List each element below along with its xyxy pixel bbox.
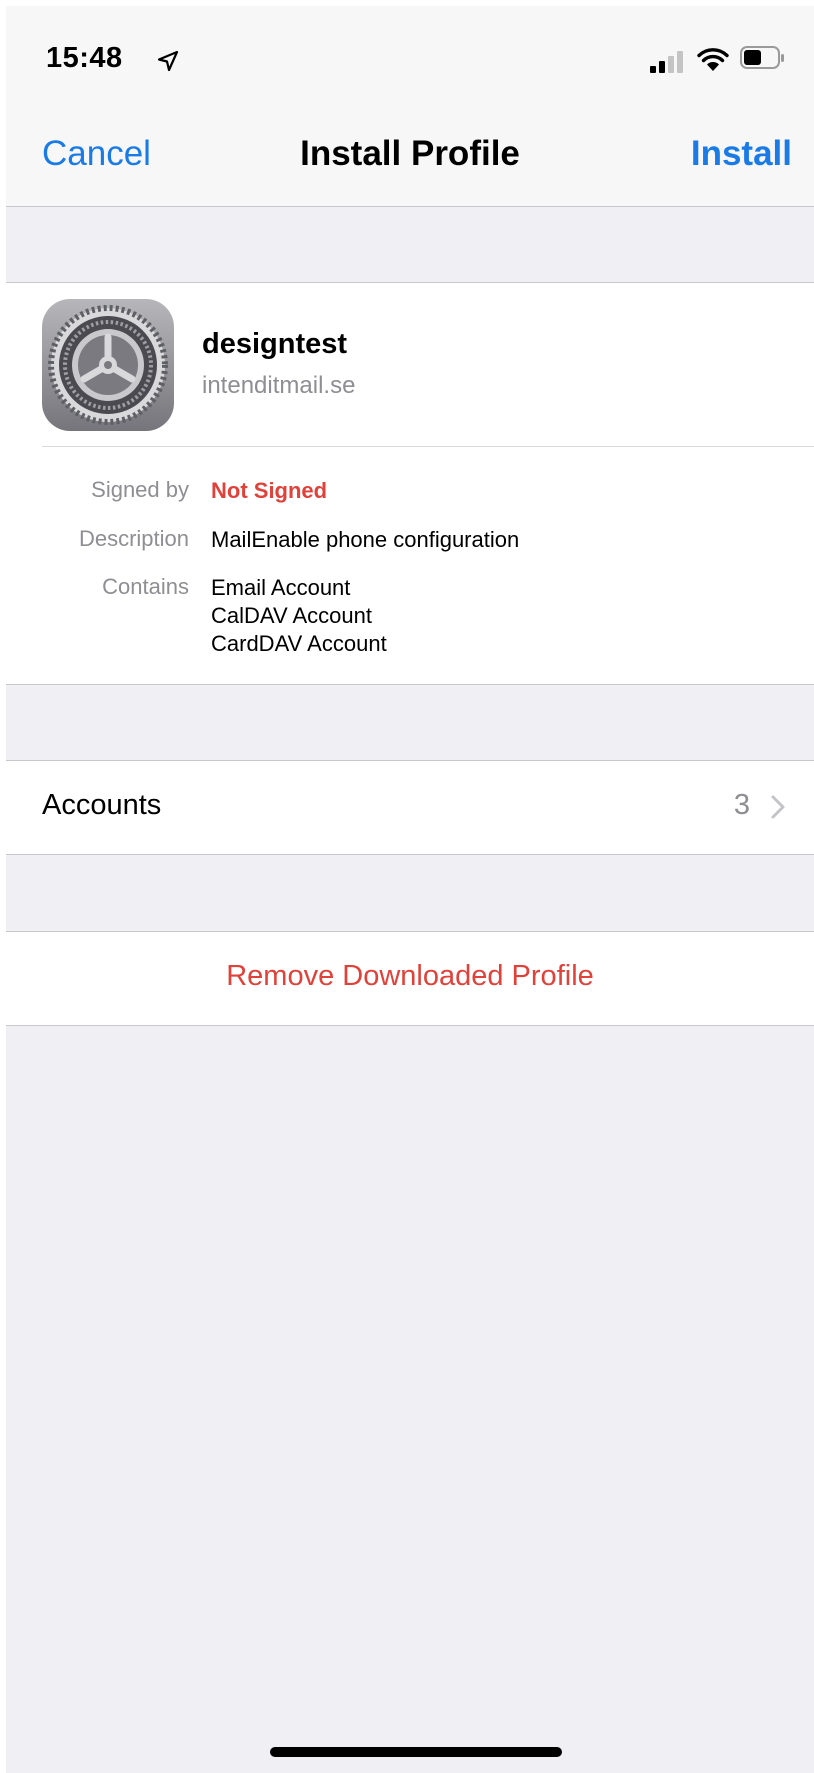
chevron-right-icon (771, 795, 785, 819)
home-indicator[interactable] (270, 1747, 562, 1757)
cellular-signal-icon (650, 51, 683, 73)
contains-item: CardDAV Account (211, 631, 387, 656)
accounts-label: Accounts (42, 789, 162, 821)
status-time: 15:48 (46, 42, 123, 74)
contains-list: Email Account CalDAV Account CardDAV Acc… (211, 574, 387, 658)
screen: 15:48 Cancel Install Profile Install des… (6, 6, 814, 1773)
navigation-bar: Cancel Install Profile Install (6, 116, 814, 207)
wifi-icon (697, 48, 729, 71)
profile-domain: intenditmail.se (202, 372, 356, 399)
battery-icon (740, 46, 784, 69)
remove-profile-row[interactable]: Remove Downloaded Profile (6, 931, 814, 1026)
contains-item: Email Account (211, 575, 351, 600)
status-bar: 15:48 (6, 6, 814, 116)
description-value: MailEnable phone configuration (211, 527, 520, 552)
location-arrow-icon (157, 50, 179, 72)
contains-label: Contains (102, 574, 189, 599)
accounts-row[interactable]: Accounts 3 (6, 760, 814, 855)
description-label: Description (78, 526, 189, 551)
profile-name: designtest (202, 328, 348, 360)
gear-icon (48, 305, 168, 425)
divider (42, 446, 814, 447)
settings-gear-icon (42, 299, 174, 431)
profile-card: designtest intenditmail.se Signed by Not… (6, 282, 814, 685)
signed-by-label: Signed by (91, 477, 189, 502)
signed-by-value: Not Signed (211, 478, 328, 503)
accounts-count: 3 (733, 789, 750, 821)
install-button[interactable]: Install (691, 134, 792, 174)
remove-downloaded-profile-button[interactable]: Remove Downloaded Profile (6, 960, 814, 993)
contains-item: CalDAV Account (211, 603, 373, 628)
